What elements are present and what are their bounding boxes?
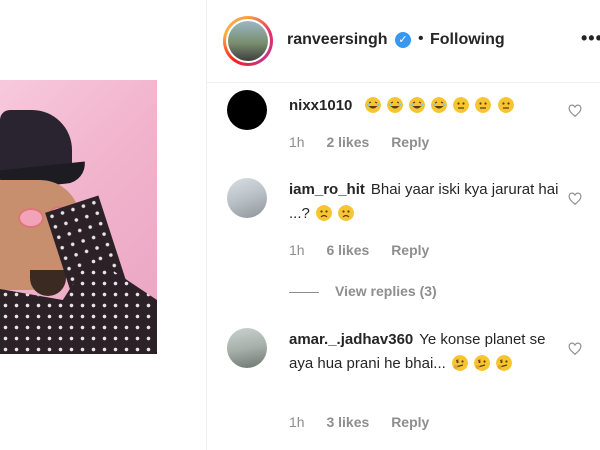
comment-username[interactable]: amar._.jadhav360 <box>289 331 413 348</box>
more-options-icon[interactable]: ••• <box>581 28 600 49</box>
glasses-left-shape <box>18 208 44 228</box>
comment-username[interactable]: nixx1010 <box>289 97 352 114</box>
post-header: ranveersingh ✓ • Following ••• <box>207 0 600 83</box>
reply-button[interactable]: Reply <box>391 134 429 150</box>
header-avatar[interactable] <box>223 16 273 66</box>
confused-emoji-icon <box>474 355 491 371</box>
comment-likes[interactable]: 6 likes <box>326 242 369 258</box>
comment-text: nixx1010 <box>289 94 559 118</box>
comment-time: 1h <box>289 414 305 430</box>
emoji-row <box>363 97 514 114</box>
confused-emoji-icon <box>451 355 468 371</box>
comment-text: amar._.jadhav360 Ye konse planet se aya h… <box>289 328 559 376</box>
laughing-emoji-icon <box>408 97 425 113</box>
cap-shape <box>0 110 72 172</box>
comment-time: 1h <box>289 134 305 150</box>
laughing-emoji-icon <box>364 97 381 113</box>
reply-button[interactable]: Reply <box>391 414 429 430</box>
comment-avatar[interactable] <box>227 90 267 130</box>
comment-meta: 1h 2 likes Reply <box>289 134 447 150</box>
comment-time: 1h <box>289 242 305 258</box>
following-button[interactable]: Following <box>430 31 505 49</box>
comment-likes[interactable]: 3 likes <box>326 414 369 430</box>
neutral-emoji-icon <box>453 97 470 113</box>
neutral-emoji-icon <box>497 97 514 113</box>
verified-badge-icon: ✓ <box>395 32 411 48</box>
neutral-emoji-icon <box>475 97 492 113</box>
emoji-row <box>314 205 355 222</box>
replies-divider <box>289 291 319 293</box>
frowning-emoji-icon <box>338 205 355 221</box>
comments-panel: ranveersingh ✓ • Following ••• nixx1010 … <box>206 0 600 450</box>
comment-meta: 1h 3 likes Reply <box>289 414 447 430</box>
confused-emoji-icon <box>496 355 513 371</box>
view-replies-label: View replies (3) <box>335 283 437 299</box>
comment-avatar[interactable] <box>227 328 267 368</box>
heart-outline-icon[interactable] <box>568 104 582 118</box>
header-username[interactable]: ranveersingh <box>287 31 387 49</box>
comment-meta: 1h 6 likes Reply <box>289 242 447 258</box>
post-photo <box>0 80 157 354</box>
header-separator: • <box>418 30 424 47</box>
frowning-emoji-icon <box>316 205 333 221</box>
comment-likes[interactable]: 2 likes <box>326 134 369 150</box>
avatar-image <box>228 21 268 61</box>
heart-outline-icon[interactable] <box>568 342 582 356</box>
laughing-emoji-icon <box>386 97 403 113</box>
view-replies-button[interactable]: View replies (3) <box>289 283 437 299</box>
laughing-emoji-icon <box>431 97 448 113</box>
reply-button[interactable]: Reply <box>391 242 429 258</box>
comment-username[interactable]: iam_ro_hit <box>289 181 365 198</box>
heart-outline-icon[interactable] <box>568 192 582 206</box>
beard-shape <box>30 270 66 296</box>
comment-text: iam_ro_hit Bhai yaar iski kya jarurat hai… <box>289 178 559 226</box>
emoji-row <box>446 355 513 372</box>
comment-avatar[interactable] <box>227 178 267 218</box>
